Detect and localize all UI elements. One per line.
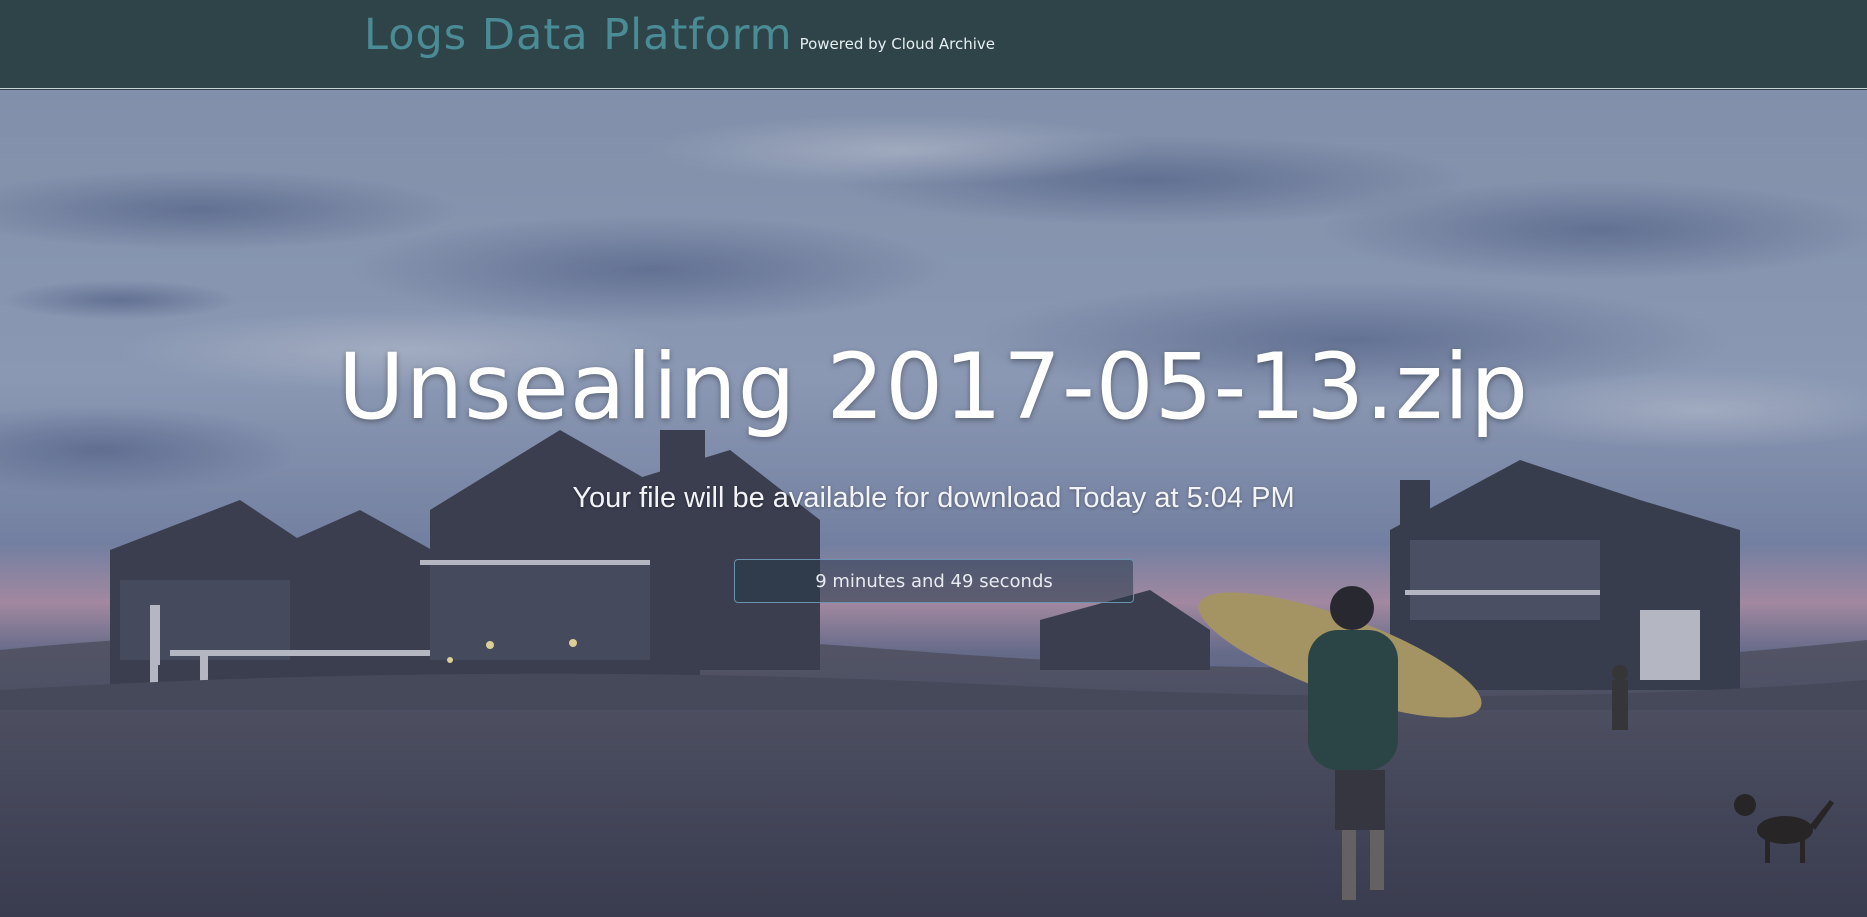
countdown-timer: 9 minutes and 49 seconds: [734, 559, 1134, 603]
page-title: Unsealing 2017-05-13.zip: [338, 335, 1529, 440]
availability-message: Your file will be available for download…: [572, 482, 1295, 514]
brand[interactable]: Logs Data Platform Powered by Cloud Arch…: [364, 10, 995, 60]
brand-subtitle: Powered by Cloud Archive: [799, 35, 996, 53]
top-navbar: Logs Data Platform Powered by Cloud Arch…: [0, 0, 1867, 89]
brand-title[interactable]: Logs Data Platform: [364, 10, 793, 60]
